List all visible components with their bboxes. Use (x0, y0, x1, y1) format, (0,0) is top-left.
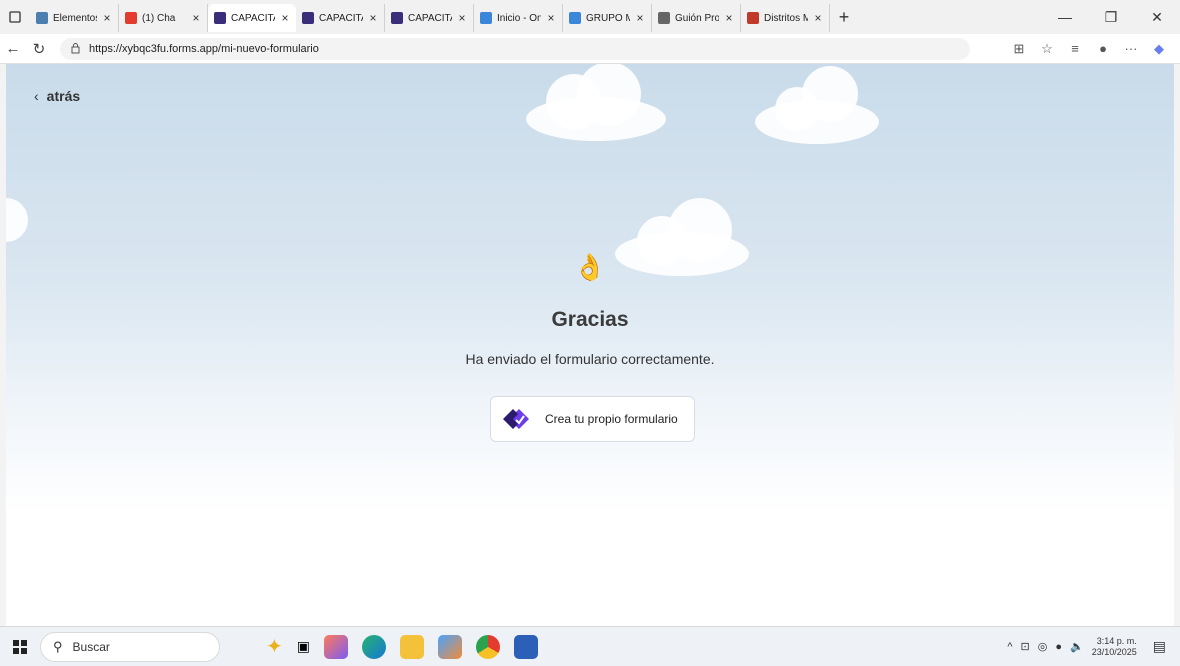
tray-app-icon[interactable]: ⊡ (1021, 640, 1030, 653)
create-form-label: Crea tu propio formulario (545, 412, 678, 426)
refresh-icon[interactable]: ↻ (26, 40, 52, 58)
address-bar: ← ↻ https://xybqc3fu.forms.app/mi-nuevo-… (0, 34, 1180, 64)
more-menu-icon[interactable]: ··· (1120, 41, 1142, 56)
copilot-app-icon[interactable] (324, 634, 348, 659)
copilot-icon[interactable]: ◆ (1148, 41, 1170, 57)
tab-title: Inicio - One (497, 12, 541, 24)
back-link[interactable]: ‹ atrás (34, 88, 80, 104)
chevron-left-icon: ‹ (34, 88, 39, 104)
taskbar-search[interactable]: ⚲ Buscar (40, 631, 220, 662)
browser-tab[interactable]: Guión Prop × (652, 4, 741, 32)
tab-title: (1) Cha (142, 12, 176, 24)
clock-date: 23/10/2025 (1091, 646, 1137, 657)
word-icon[interactable] (514, 634, 538, 659)
window-controls: — ❐ ✕ (1042, 9, 1180, 26)
url-text: https://xybqc3fu.forms.app/mi-nuevo-form… (89, 42, 319, 55)
volume-icon[interactable]: 🔈 (1070, 640, 1084, 653)
onedrive-app-icon[interactable] (438, 634, 462, 659)
windows-logo-icon (13, 639, 27, 654)
tab-favicon-icon (214, 12, 226, 24)
clock[interactable]: 3:14 p. m. 23/10/2025 (1092, 636, 1137, 658)
browser-tab[interactable]: GRUPO ME × (563, 4, 652, 32)
task-view-icon[interactable]: ▣ (297, 638, 310, 655)
edge-icon[interactable] (362, 634, 386, 659)
chrome-icon[interactable] (476, 634, 500, 659)
tab-title: GRUPO ME (586, 12, 630, 24)
immersive-reader-icon[interactable]: ⊞ (1008, 41, 1030, 57)
copilot-sparkle-icon[interactable]: ✦ (266, 634, 283, 659)
ok-hand-emoji: 👌 (573, 252, 607, 282)
chevron-up-icon[interactable]: ^ (1007, 641, 1012, 653)
browser-tab[interactable]: (1) Cha × (119, 4, 208, 32)
create-form-button[interactable]: Crea tu propio formulario (490, 396, 695, 442)
tab-title: Distritos M (764, 12, 808, 24)
pinned-apps: ✦ ▣ (266, 634, 538, 659)
close-tab-icon[interactable]: × (813, 11, 823, 25)
close-tab-icon[interactable]: × (546, 11, 556, 25)
tab-title: CAPACITAC (319, 12, 363, 24)
notifications-icon[interactable]: ▤ (1153, 638, 1166, 655)
close-tab-icon[interactable]: × (635, 11, 645, 25)
tab-favicon-icon (569, 12, 581, 24)
microphone-icon[interactable]: ● (1055, 641, 1062, 653)
tab-title: Elementos (53, 12, 97, 24)
file-explorer-icon[interactable] (400, 634, 424, 659)
browser-tab[interactable]: Distritos M × (741, 4, 830, 32)
browser-tab[interactable]: CAPACITAC × (385, 4, 474, 32)
minimize-icon[interactable]: — (1042, 9, 1088, 26)
tab-actions-button[interactable] (0, 0, 30, 34)
back-nav-icon[interactable]: ← (0, 40, 26, 57)
close-tab-icon[interactable]: × (191, 11, 201, 25)
close-tab-icon[interactable]: × (457, 11, 467, 25)
success-message: Ha enviado el formulario correctamente. (465, 351, 715, 367)
forms-app-logo-icon (503, 409, 529, 429)
tab-favicon-icon (747, 12, 759, 24)
browser-toolbar: ⊞ ☆ ≡ ● ··· ◆ (1008, 41, 1180, 57)
tab-title: CAPACITAC (231, 12, 275, 24)
cloud-decoration (6, 198, 28, 242)
clock-time: 3:14 p. m. (1096, 635, 1137, 646)
browser-tab[interactable]: Inicio - One × (474, 4, 563, 32)
search-icon: ⚲ (53, 638, 63, 654)
page-title: Gracias (551, 308, 629, 331)
close-window-icon[interactable]: ✕ (1134, 9, 1180, 26)
page-content: ‹ atrás 👌 Gracias Ha enviado el formular… (6, 64, 1174, 626)
taskbar: ⚲ Buscar ✦ ▣ ^ ⊡ ◎ ● 🔈 3:14 p. m. 23/10/… (0, 626, 1180, 666)
start-button[interactable] (0, 639, 40, 654)
back-label: atrás (46, 88, 81, 104)
site-info-icon[interactable] (70, 43, 81, 54)
new-tab-button[interactable]: + (830, 7, 858, 28)
tab-favicon-icon (125, 12, 137, 24)
profile-avatar[interactable]: ● (1092, 41, 1114, 56)
cloud-decoration (526, 64, 666, 141)
browser-tab[interactable]: CAPACITAC × (296, 4, 385, 32)
browser-tab[interactable]: CAPACITAC × (208, 4, 296, 32)
cloud-decoration (755, 66, 879, 144)
close-tab-icon[interactable]: × (724, 11, 734, 25)
tab-favicon-icon (391, 12, 403, 24)
browser-tab[interactable]: Elementos × (30, 4, 119, 32)
url-field[interactable]: https://xybqc3fu.forms.app/mi-nuevo-form… (60, 37, 970, 60)
restore-icon[interactable]: ❐ (1088, 9, 1134, 26)
close-tab-icon[interactable]: × (280, 11, 290, 25)
tab-title: CAPACITAC (408, 12, 452, 24)
tab-favicon-icon (658, 12, 670, 24)
tab-favicon-icon (480, 12, 492, 24)
tab-bar: Elementos×(1) Cha×CAPACITAC×CAPACITAC×CA… (0, 0, 1180, 34)
tab-favicon-icon (36, 12, 48, 24)
search-placeholder: Buscar (72, 639, 110, 654)
close-tab-icon[interactable]: × (368, 11, 378, 25)
tab-actions-icon (9, 11, 21, 23)
close-tab-icon[interactable]: × (102, 11, 112, 25)
favorites-icon[interactable]: ≡ (1064, 41, 1086, 56)
network-icon[interactable]: ◎ (1038, 640, 1048, 653)
tab-title: Guión Prop (675, 12, 719, 24)
system-tray: ^ ⊡ ◎ ● 🔈 3:14 p. m. 23/10/2025 ▤ (1007, 636, 1180, 658)
tab-favicon-icon (302, 12, 314, 24)
favorite-star-icon[interactable]: ☆ (1036, 41, 1058, 57)
